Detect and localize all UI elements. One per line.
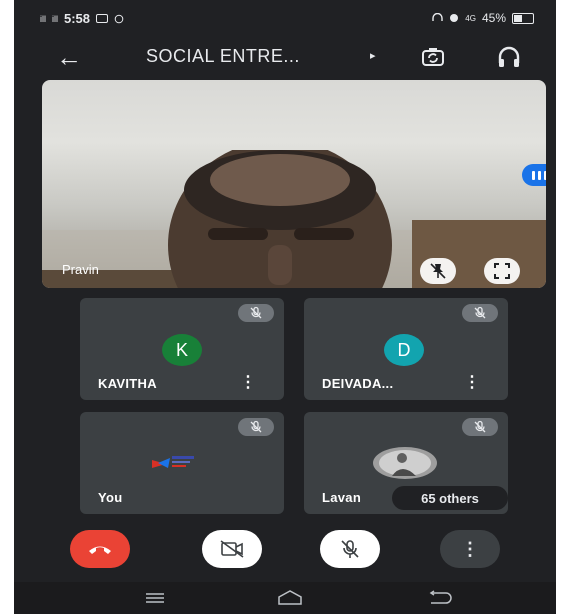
participant-name: KAVITHA [98,376,157,391]
speaker-video-person [168,150,392,288]
pin-off-icon[interactable] [420,258,456,284]
end-call-button[interactable] [70,530,130,568]
more-options-button[interactable]: ⋮ [240,372,256,392]
end-call-icon [89,546,111,554]
avatar [373,447,437,479]
audio-level-icon [522,164,546,186]
meeting-title[interactable]: SOCIAL ENTRE... [146,46,300,67]
signal-strength-2: ill [52,13,58,24]
participant-tile-deivada[interactable]: D DEIVADA... ⋮ [304,298,508,400]
mic-off-icon [238,418,274,436]
main-speaker-name: Pravin [62,262,99,277]
arrow-left-icon[interactable]: ← [56,42,82,73]
mic-off-icon [462,418,498,436]
fullscreen-icon[interactable] [484,258,520,284]
message-icon [96,13,109,23]
headset-icon [432,13,443,21]
avatar: K [162,334,202,366]
self-logo-image [152,456,194,468]
network-icon: 4G [465,13,476,23]
avatar-initial: D [397,339,411,360]
meeting-header: ← SOCIAL ENTRE... ▸ [14,36,556,80]
system-nav-bar [14,582,556,614]
avatar-initial: K [175,339,188,360]
clock: 5:58 [64,11,91,26]
battery-icon [512,12,534,24]
others-count-badge[interactable]: 65 others [392,486,508,510]
sync-icon [114,14,124,23]
mic-off-icon [238,304,274,322]
headphones-icon[interactable] [494,42,524,72]
alarm-icon [450,14,459,22]
signal-strength-1: ill [40,13,46,24]
more-options-button[interactable]: ⋮ [440,530,500,568]
avatar: D [384,334,424,366]
phone-screen: ill ill 5:58 4G 45% ← SOCIAL ENTRE... ▸ [14,0,556,614]
participant-tile-you[interactable]: You [80,412,284,514]
status-bar: ill ill 5:58 4G 45% [14,0,556,36]
more-options-button[interactable]: ⋮ [464,372,480,392]
mic-off-icon [341,540,359,558]
participant-name: Lavan [322,490,362,505]
nav-back-icon[interactable] [426,590,454,606]
camera-switch-icon[interactable] [418,42,448,72]
home-icon[interactable] [276,589,304,607]
participant-name: You [98,490,123,505]
camera-toggle-button[interactable] [202,530,262,568]
meeting-details-arrow[interactable]: ▸ [370,49,376,62]
camera-off-icon [220,540,244,558]
mic-toggle-button[interactable] [320,530,380,568]
mic-off-icon [462,304,498,322]
battery-percent: 45% [481,11,506,25]
participant-tile-kavitha[interactable]: K KAVITHA ⋮ [80,298,284,400]
main-speaker-video[interactable] [42,80,546,288]
participant-name: DEIVADA... [322,376,394,391]
recent-apps-icon[interactable] [144,592,166,604]
